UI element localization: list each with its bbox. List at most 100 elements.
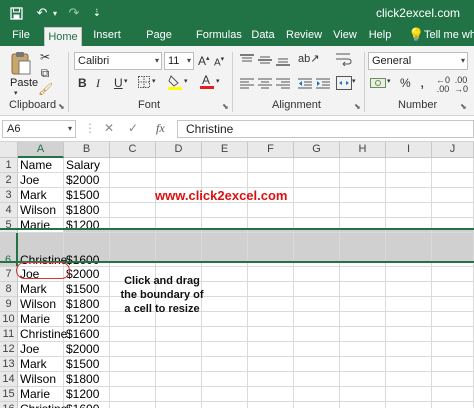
cell-empty[interactable] [248, 327, 294, 342]
font-color-icon[interactable]: A [200, 72, 214, 93]
cell-empty[interactable] [202, 372, 248, 387]
cell-empty[interactable] [248, 372, 294, 387]
cell-name[interactable]: Marie [18, 218, 64, 233]
cell-salary[interactable]: Salary [64, 158, 110, 173]
fill-color-dropdown-icon[interactable]: ▾ [184, 77, 188, 85]
cut-icon[interactable]: ✂ [38, 50, 52, 64]
clipboard-launcher-icon[interactable]: ⬊ [58, 102, 66, 111]
name-box[interactable]: A6 ▾ [2, 120, 76, 138]
align-right-icon[interactable] [276, 78, 290, 93]
cell-empty[interactable] [340, 342, 386, 357]
cell-empty[interactable] [432, 188, 474, 203]
cell-empty[interactable] [248, 357, 294, 372]
row-header[interactable]: 16 [0, 402, 18, 408]
cell-empty[interactable] [202, 282, 248, 297]
font-launcher-icon[interactable]: ⬊ [222, 102, 230, 111]
cell-salary[interactable]: $2000 [64, 267, 110, 282]
cell-empty[interactable] [202, 203, 248, 218]
cell-empty[interactable] [294, 158, 340, 173]
cell-empty[interactable] [294, 327, 340, 342]
cell-empty[interactable] [432, 357, 474, 372]
align-middle-icon[interactable] [258, 54, 272, 69]
increase-font-icon[interactable]: A▴ [198, 54, 210, 68]
cell-empty[interactable] [248, 297, 294, 312]
row-header[interactable]: 1 [0, 158, 18, 173]
tab-home[interactable]: Home [44, 27, 82, 46]
cell-empty[interactable] [202, 297, 248, 312]
tab-page-layout[interactable]: Page Layout [132, 26, 186, 59]
cell-empty[interactable] [294, 402, 340, 408]
cell-empty[interactable] [340, 357, 386, 372]
cell-empty[interactable] [386, 327, 432, 342]
cell-empty[interactable] [294, 267, 340, 282]
cell-empty[interactable] [156, 203, 202, 218]
copy-icon[interactable]: ⧉ [38, 66, 52, 81]
tell-me-search[interactable]: Tell me wha [424, 26, 474, 46]
formula-input[interactable]: Christine [177, 120, 474, 138]
cell-empty[interactable] [294, 372, 340, 387]
cell-name[interactable]: Christine [18, 402, 67, 408]
borders-icon[interactable] [138, 76, 150, 91]
tab-data[interactable]: Data [250, 26, 276, 46]
row-header[interactable]: 4 [0, 203, 18, 218]
cell-name[interactable]: Joe [18, 173, 64, 188]
cell-empty[interactable] [386, 282, 432, 297]
tab-insert[interactable]: Insert [92, 26, 122, 46]
cell-empty[interactable] [294, 387, 340, 402]
decrease-indent-icon[interactable] [298, 78, 312, 93]
column-header-h[interactable]: H [340, 142, 386, 158]
column-header-e[interactable]: E [202, 142, 248, 158]
fill-color-icon[interactable] [168, 74, 182, 93]
enter-icon[interactable]: ✓ [128, 121, 138, 135]
font-color-dropdown-icon[interactable]: ▾ [216, 77, 220, 85]
cell-empty[interactable] [386, 173, 432, 188]
cell-empty[interactable] [386, 312, 432, 327]
cell-name[interactable]: Wilson [18, 203, 64, 218]
cell-empty[interactable] [386, 387, 432, 402]
cell-empty[interactable] [202, 342, 248, 357]
cell-name[interactable]: Mark [18, 188, 64, 203]
align-bottom-icon[interactable] [276, 54, 290, 69]
customize-qat-icon[interactable]: ⇣ [90, 4, 104, 22]
cell-empty[interactable] [294, 282, 340, 297]
format-painter-icon[interactable]: 🖌 [38, 82, 53, 96]
cell-empty[interactable] [156, 158, 202, 173]
alignment-launcher-icon[interactable]: ⬊ [354, 102, 362, 111]
cell-name[interactable]: Name [18, 158, 64, 173]
number-launcher-icon[interactable]: ⬊ [460, 102, 468, 111]
cell-empty[interactable] [110, 158, 156, 173]
cell-empty[interactable] [386, 297, 432, 312]
wrap-text-icon[interactable] [336, 52, 352, 69]
cell-name[interactable]: Marie [18, 312, 64, 327]
tab-review[interactable]: Review [286, 26, 322, 46]
cell-empty[interactable] [294, 218, 340, 233]
paste-button[interactable]: Paste [10, 77, 38, 89]
font-size-select[interactable]: 11 ▾ [164, 52, 194, 70]
cell-empty[interactable] [156, 173, 202, 188]
italic-button[interactable]: I [96, 76, 100, 91]
row-header[interactable]: 15 [0, 387, 18, 402]
cell-name[interactable]: Wilson [18, 372, 64, 387]
cell-empty[interactable] [340, 402, 386, 408]
cell-empty[interactable] [340, 327, 386, 342]
cell-empty[interactable] [432, 267, 474, 282]
orientation-icon[interactable]: ab↗ [298, 52, 319, 65]
cell-empty[interactable] [294, 312, 340, 327]
increase-decimal-icon[interactable]: ←0.00 [436, 76, 450, 94]
row-header[interactable]: 3 [0, 188, 18, 203]
cell-empty[interactable] [432, 327, 474, 342]
cell-empty[interactable] [156, 327, 202, 342]
cell-salary[interactable]: $1600 [64, 327, 110, 342]
row-header[interactable]: 9 [0, 297, 18, 312]
paste-dropdown-icon[interactable]: ▾ [14, 89, 18, 97]
cell-empty[interactable] [294, 188, 340, 203]
row-header[interactable]: 13 [0, 357, 18, 372]
tab-view[interactable]: View [332, 26, 358, 46]
cell-empty[interactable] [110, 188, 156, 203]
cell-empty[interactable] [248, 282, 294, 297]
cell-empty[interactable] [386, 402, 432, 408]
cell-empty[interactable] [432, 173, 474, 188]
row-header[interactable]: 8 [0, 282, 18, 297]
chevron-down-icon[interactable]: ▾ [68, 121, 72, 137]
cell-empty[interactable] [156, 342, 202, 357]
